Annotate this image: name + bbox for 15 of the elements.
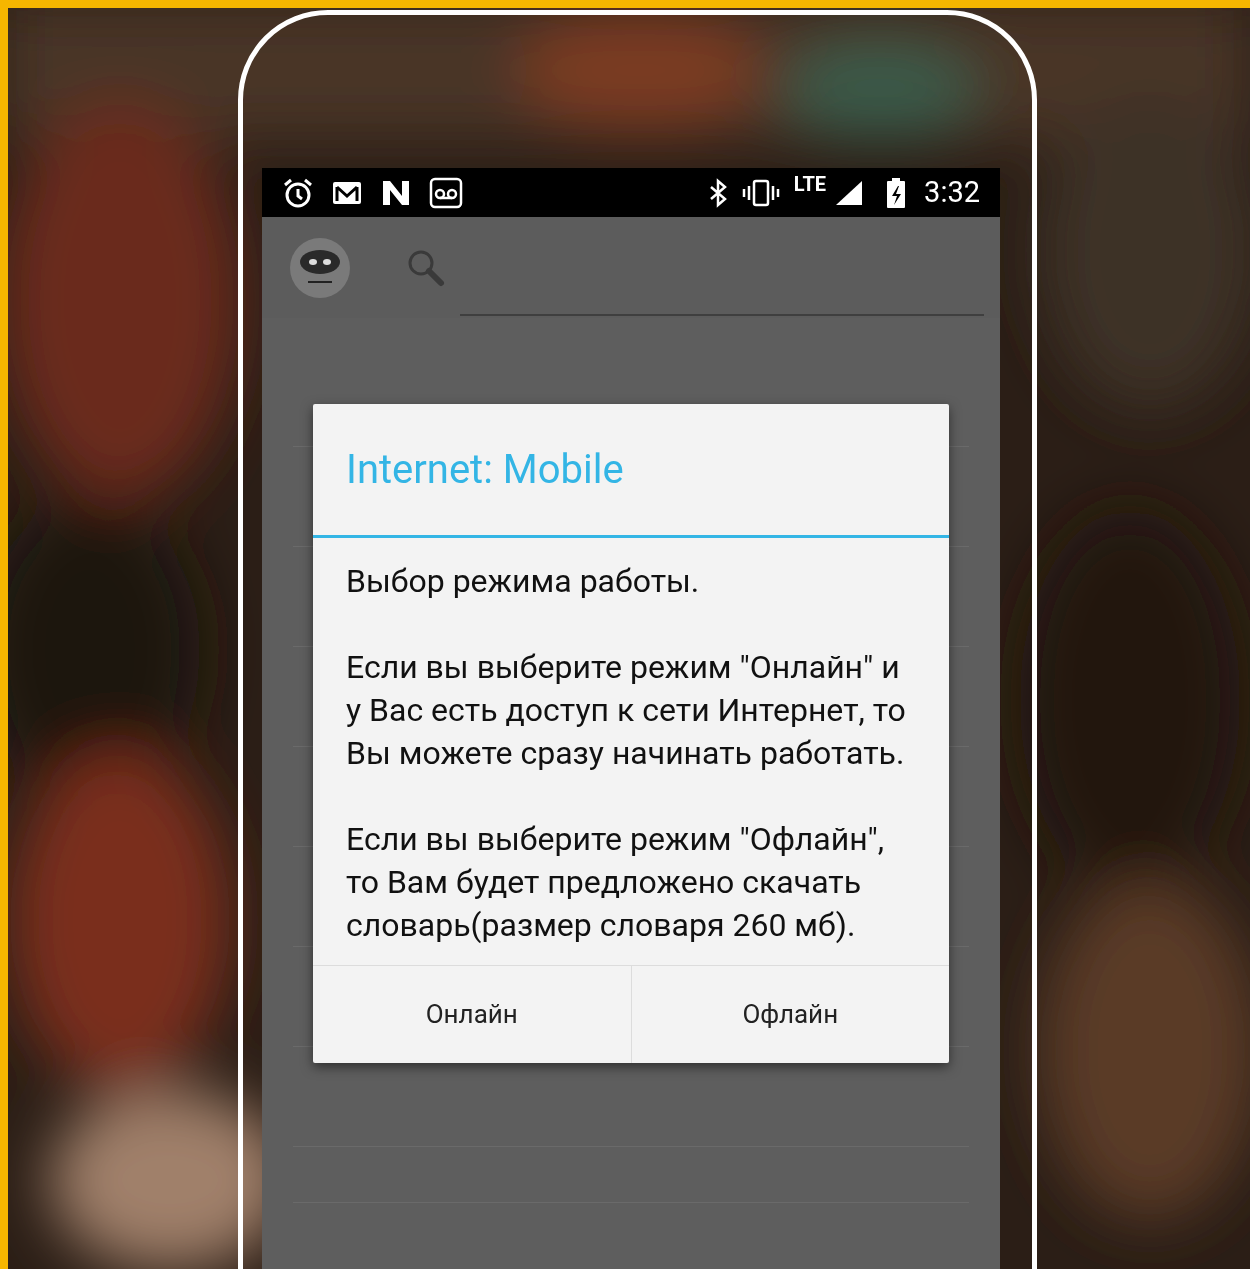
dialog-button[interactable]: Онлайн (313, 966, 631, 1063)
dialog-message: Если вы выберите режим "Онлайн" и у Вас есть доступ к сети Интернет, то Вы можете сразу начинать работать. (346, 647, 907, 774)
battery-icon (886, 176, 907, 209)
alarm-icon (282, 176, 314, 209)
mail-icon (332, 180, 362, 205)
clock-time: 3:32 (924, 178, 980, 207)
dialog-button[interactable]: Офлайн (630, 966, 949, 1063)
dialog-message: Если вы выберите режим "Офлайн", то Вам будет предложено скачать словарь(размер словаря 260 мб). (346, 819, 886, 946)
network-type: LTE (793, 174, 827, 194)
signal-icon (834, 178, 865, 207)
voicemail-icon (429, 176, 463, 209)
n-icon (381, 178, 411, 207)
dialog-title: Internet: Mobile (346, 449, 624, 490)
dialog-message: Выбор режима работы. (346, 561, 701, 602)
vibrate-icon (741, 177, 780, 208)
